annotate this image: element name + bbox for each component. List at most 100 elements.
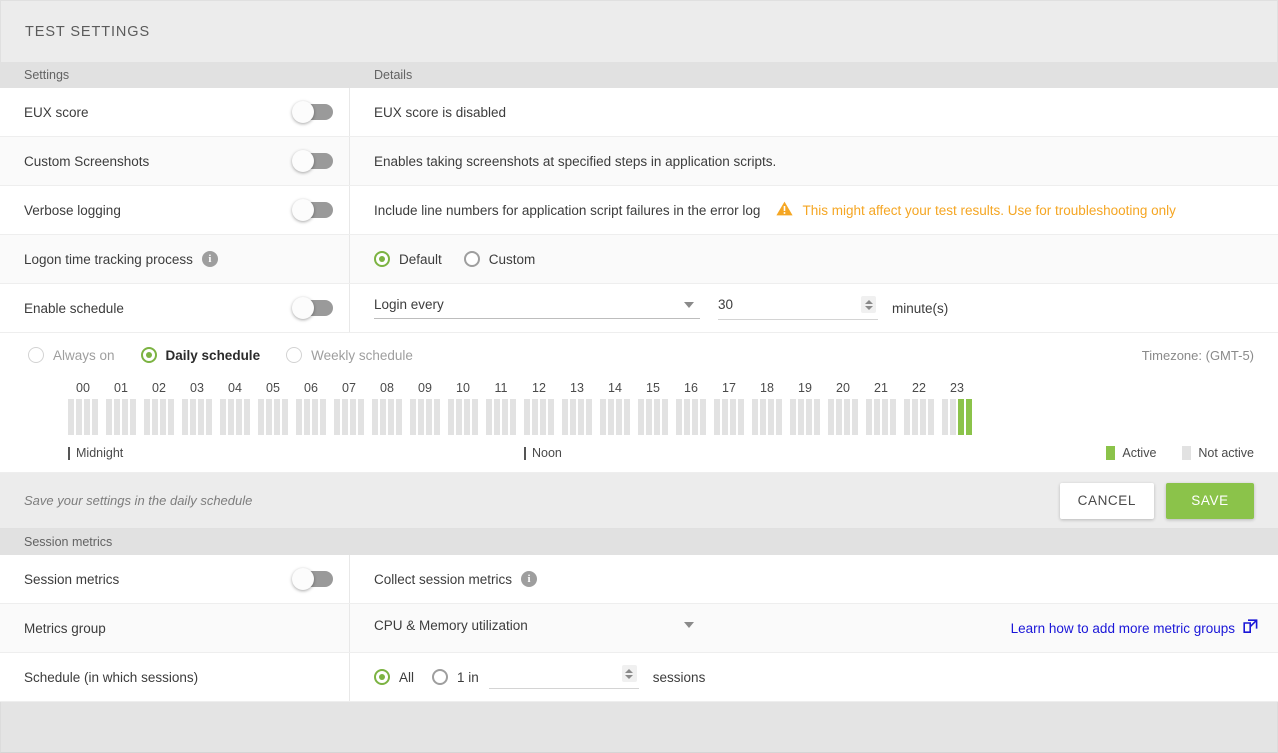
chart-bar-inactive[interactable] <box>692 399 698 435</box>
login-interval-select[interactable]: Login every <box>374 297 700 319</box>
chart-bar-inactive[interactable] <box>700 399 706 435</box>
chart-bar-inactive[interactable] <box>828 399 834 435</box>
chart-bar-inactive[interactable] <box>68 399 74 435</box>
chart-bar-inactive[interactable] <box>578 399 584 435</box>
chart-bar-active[interactable] <box>958 399 964 435</box>
chart-bar-inactive[interactable] <box>198 399 204 435</box>
chart-bar-inactive[interactable] <box>768 399 774 435</box>
chart-bar-inactive[interactable] <box>608 399 614 435</box>
chart-bar-inactive[interactable] <box>942 399 948 435</box>
chart-bar-inactive[interactable] <box>844 399 850 435</box>
chart-bar-inactive[interactable] <box>676 399 682 435</box>
chart-hour-bar-group[interactable] <box>942 399 980 435</box>
chart-bar-inactive[interactable] <box>228 399 234 435</box>
chart-bar-inactive[interactable] <box>646 399 652 435</box>
chart-bar-inactive[interactable] <box>852 399 858 435</box>
chart-bar-inactive[interactable] <box>624 399 630 435</box>
radio-option-all[interactable]: All <box>374 669 414 685</box>
chart-bar-inactive[interactable] <box>122 399 128 435</box>
chart-bar-inactive[interactable] <box>388 399 394 435</box>
chart-bar-inactive[interactable] <box>616 399 622 435</box>
radio-option-always-on[interactable]: Always on <box>28 347 115 363</box>
verbose-logging-toggle[interactable] <box>292 199 333 221</box>
quantity-stepper[interactable] <box>621 665 637 682</box>
chart-bar-inactive[interactable] <box>600 399 606 435</box>
chart-bar-inactive[interactable] <box>312 399 318 435</box>
chart-hour-bar-group[interactable] <box>410 399 448 435</box>
chart-bar-inactive[interactable] <box>586 399 592 435</box>
radio-option-default[interactable]: Default <box>374 251 442 267</box>
chart-bar-inactive[interactable] <box>410 399 416 435</box>
save-button[interactable]: SAVE <box>1166 482 1254 519</box>
radio-option-custom[interactable]: Custom <box>463 251 535 267</box>
chart-bar-inactive[interactable] <box>258 399 264 435</box>
chart-hour-bar-group[interactable] <box>714 399 752 435</box>
chart-bar-inactive[interactable] <box>190 399 196 435</box>
chart-bar-inactive[interactable] <box>532 399 538 435</box>
chart-bar-inactive[interactable] <box>266 399 272 435</box>
learn-more-link[interactable]: Learn how to add more metric groups <box>1011 619 1258 637</box>
session-metrics-toggle[interactable] <box>292 568 333 590</box>
chart-bar-inactive[interactable] <box>92 399 98 435</box>
chart-bar-inactive[interactable] <box>882 399 888 435</box>
chart-bar-inactive[interactable] <box>168 399 174 435</box>
chart-bar-inactive[interactable] <box>874 399 880 435</box>
chart-hour-bar-group[interactable] <box>220 399 258 435</box>
chart-bar-inactive[interactable] <box>296 399 302 435</box>
chart-bar-inactive[interactable] <box>722 399 728 435</box>
cancel-button[interactable]: CANCEL <box>1059 482 1154 519</box>
chart-bar-inactive[interactable] <box>562 399 568 435</box>
chart-hour-bar-group[interactable] <box>68 399 106 435</box>
chart-bar-inactive[interactable] <box>274 399 280 435</box>
chart-bar-inactive[interactable] <box>464 399 470 435</box>
chart-bar-inactive[interactable] <box>950 399 956 435</box>
chart-bar-inactive[interactable] <box>760 399 766 435</box>
stepper-down-icon[interactable] <box>864 305 873 310</box>
chart-bar-inactive[interactable] <box>244 399 250 435</box>
chart-bar-inactive[interactable] <box>282 399 288 435</box>
chart-hour-bar-group[interactable] <box>258 399 296 435</box>
quantity-stepper[interactable] <box>861 296 876 313</box>
stepper-down-icon[interactable] <box>625 674 634 679</box>
chart-hour-bar-group[interactable] <box>296 399 334 435</box>
chart-bar-inactive[interactable] <box>114 399 120 435</box>
chart-bar-inactive[interactable] <box>182 399 188 435</box>
chart-bar-inactive[interactable] <box>396 399 402 435</box>
chart-bars[interactable] <box>68 399 1254 435</box>
stepper-up-icon[interactable] <box>625 668 634 673</box>
chart-bar-inactive[interactable] <box>798 399 804 435</box>
chart-bar-inactive[interactable] <box>486 399 492 435</box>
chart-hour-bar-group[interactable] <box>866 399 904 435</box>
radio-option-one-in[interactable]: 1 in <box>432 669 479 685</box>
chart-hour-bar-group[interactable] <box>448 399 486 435</box>
chart-bar-inactive[interactable] <box>866 399 872 435</box>
chart-hour-bar-group[interactable] <box>106 399 144 435</box>
chart-bar-active[interactable] <box>966 399 972 435</box>
chart-bar-inactive[interactable] <box>342 399 348 435</box>
chart-bar-inactive[interactable] <box>236 399 242 435</box>
chart-bar-inactive[interactable] <box>334 399 340 435</box>
chart-hour-bar-group[interactable] <box>790 399 828 435</box>
chart-bar-inactive[interactable] <box>752 399 758 435</box>
radio-option-daily-schedule[interactable]: Daily schedule <box>140 347 260 363</box>
chart-bar-inactive[interactable] <box>472 399 478 435</box>
custom-screenshots-toggle[interactable] <box>292 150 333 172</box>
chart-bar-inactive[interactable] <box>890 399 896 435</box>
sessions-number-field[interactable] <box>488 665 639 689</box>
chart-bar-inactive[interactable] <box>638 399 644 435</box>
chart-hour-bar-group[interactable] <box>334 399 372 435</box>
chart-bar-inactive[interactable] <box>206 399 212 435</box>
chart-bar-inactive[interactable] <box>714 399 720 435</box>
chart-bar-inactive[interactable] <box>540 399 546 435</box>
chart-hour-bar-group[interactable] <box>372 399 410 435</box>
chart-hour-bar-group[interactable] <box>182 399 220 435</box>
chart-bar-inactive[interactable] <box>84 399 90 435</box>
chart-hour-bar-group[interactable] <box>676 399 714 435</box>
chart-bar-inactive[interactable] <box>304 399 310 435</box>
chart-bar-inactive[interactable] <box>814 399 820 435</box>
chart-bar-inactive[interactable] <box>350 399 356 435</box>
chart-hour-bar-group[interactable] <box>752 399 790 435</box>
chart-bar-inactive[interactable] <box>684 399 690 435</box>
chart-bar-inactive[interactable] <box>106 399 112 435</box>
chart-bar-inactive[interactable] <box>776 399 782 435</box>
